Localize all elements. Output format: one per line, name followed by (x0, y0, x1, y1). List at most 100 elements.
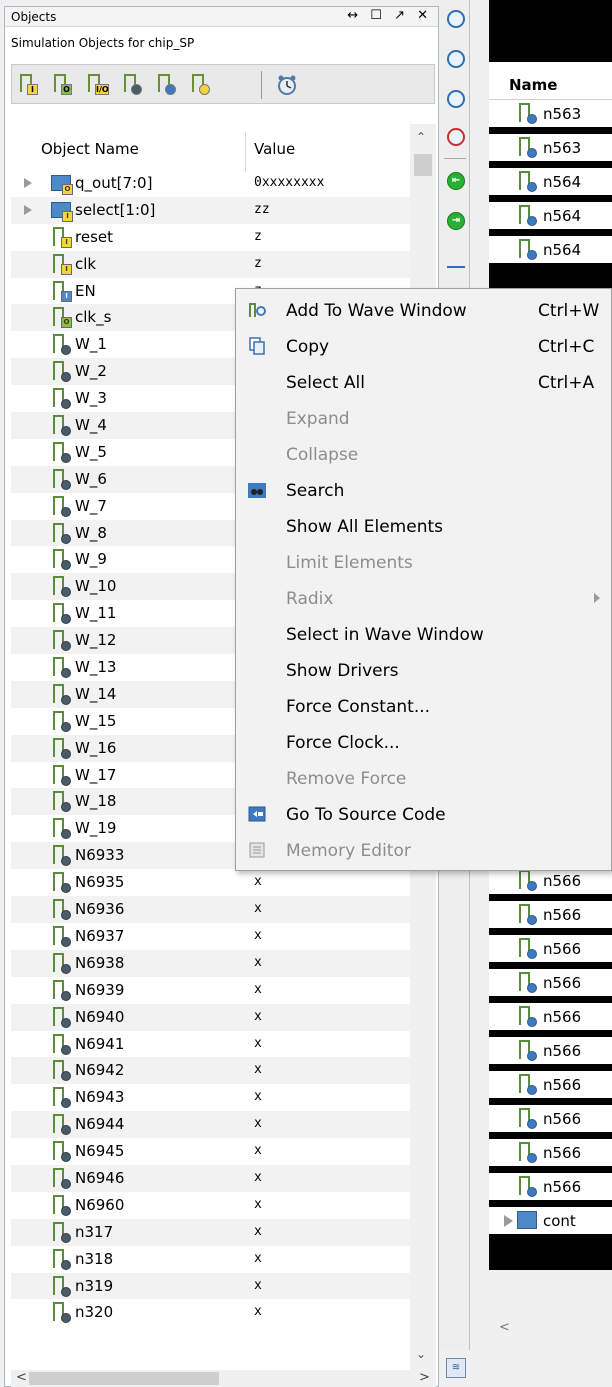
internal-signal-icon (51, 791, 73, 813)
table-row[interactable]: N6946 x (11, 1164, 410, 1192)
scroll-right-arrow-icon[interactable]: > (419, 1370, 430, 1385)
table-row[interactable]: Iclk z (11, 250, 410, 278)
menu-item-label: Collapse (286, 445, 359, 465)
menu-item-go-to-source-code[interactable]: Go To Source Code (236, 797, 612, 831)
scrollbar-thumb[interactable] (414, 154, 432, 176)
settings-clock-icon[interactable] (276, 74, 298, 96)
table-row[interactable]: N6939 x (11, 977, 410, 1004)
menu-item-copy[interactable]: Copy Ctrl+C (236, 329, 612, 363)
inout-ports-icon[interactable]: I/O (86, 74, 109, 96)
go-to-time-zero-icon[interactable]: ⇤ (447, 172, 465, 190)
wave-signal-row[interactable]: n566 (489, 969, 612, 996)
scroll-left-arrow-icon[interactable]: < (499, 1320, 510, 1335)
waveform-tab-icon[interactable]: ≋ (446, 1358, 466, 1378)
objects-titlebar: Objects ↔ ☐ ↗ ✕ (5, 7, 438, 27)
table-row[interactable]: Oq_out[7:0] 0xxxxxxxx (11, 170, 410, 197)
table-row[interactable]: n320 x (11, 1299, 410, 1326)
object-value: x (254, 954, 262, 970)
table-row[interactable]: n317 x (11, 1218, 410, 1246)
previous-transition-icon[interactable] (447, 250, 465, 268)
input-ports-icon[interactable]: I (18, 74, 40, 96)
zoom-to-cursor-icon[interactable] (447, 128, 465, 146)
table-row[interactable]: N6945 x (11, 1138, 410, 1165)
constants-icon[interactable] (156, 74, 178, 96)
menu-item-radix[interactable]: Radix (236, 581, 612, 615)
expand-arrow-icon[interactable] (504, 1215, 513, 1227)
table-row[interactable]: N6944 x (11, 1111, 410, 1139)
wave-signal-row[interactable]: n566 (489, 1071, 612, 1098)
wave-signal-row[interactable]: n566 (489, 1105, 612, 1132)
wave-signal-row[interactable]: n566 (489, 1037, 612, 1064)
wave-name-column-header[interactable]: Name (489, 62, 612, 100)
menu-item-select-in-wave-window[interactable]: Select in Wave Window (236, 617, 612, 651)
menu-item-show-drivers[interactable]: Show Drivers (236, 653, 612, 687)
table-row[interactable]: N6941 x (11, 1031, 410, 1058)
window-controls[interactable]: ↔ ☐ ↗ ✕ (347, 8, 432, 23)
table-row[interactable]: Iselect[1:0] zz (11, 196, 410, 224)
menu-item-force-clock[interactable]: Force Clock... (236, 725, 612, 759)
menu-item-memory-editor[interactable]: Memory Editor (236, 833, 612, 867)
menu-item-search[interactable]: Search (236, 473, 612, 507)
output-ports-icon[interactable]: O (52, 74, 74, 96)
internal-signal-icon (51, 925, 73, 948)
go-to-last-time-icon[interactable]: ⇥ (447, 212, 465, 230)
horizontal-scrollbar[interactable]: < > (11, 1370, 436, 1387)
zoom-out-icon[interactable] (447, 50, 465, 68)
wave-signal-row[interactable]: n563 (489, 100, 612, 127)
wave-signal-row[interactable]: n566 (489, 1003, 612, 1030)
menu-item-collapse[interactable]: Collapse (236, 437, 612, 471)
table-row[interactable]: N6943 x (11, 1084, 410, 1111)
wave-signal-row[interactable]: n566 (489, 1139, 612, 1166)
wave-horizontal-scrollbar[interactable]: < (489, 1314, 612, 1342)
objects-table-header: Object Name Value (11, 124, 410, 174)
menu-item-remove-force[interactable]: Remove Force (236, 761, 612, 795)
scroll-left-arrow-icon[interactable]: < (16, 1370, 27, 1385)
expand-arrow-icon[interactable] (24, 204, 32, 215)
table-row[interactable]: n318 x (11, 1246, 410, 1273)
table-row[interactable]: n319 x (11, 1272, 410, 1300)
wave-signal-row[interactable]: cont (489, 1207, 612, 1234)
zoom-in-icon[interactable] (447, 10, 465, 28)
menu-item-force-constant[interactable]: Force Constant... (236, 689, 612, 723)
zoom-fit-icon[interactable] (447, 90, 465, 108)
table-row[interactable]: N6942 x (11, 1057, 410, 1085)
table-row[interactable]: N6935 x (11, 869, 410, 896)
wave-signal-row[interactable]: n566 (489, 1173, 612, 1200)
wave-signal-row[interactable]: n564 (489, 202, 612, 229)
object-name: N6946 (75, 1168, 125, 1187)
column-header-object-name[interactable]: Object Name (41, 140, 139, 158)
wave-signal-row[interactable]: n566 (489, 901, 612, 928)
wave-signal-name: n566 (543, 940, 582, 958)
wave-signal-row[interactable]: n563 (489, 134, 612, 161)
object-name: n318 (75, 1249, 114, 1268)
table-row[interactable]: N6936 x (11, 896, 410, 923)
column-header-value[interactable]: Value (254, 140, 295, 158)
wave-signal-row[interactable]: n564 (489, 236, 612, 263)
scrollbar-thumb[interactable] (29, 1372, 219, 1385)
wave-signal-row[interactable]: n566 (489, 935, 612, 962)
menu-item-show-all-elements[interactable]: Show All Elements (236, 509, 612, 543)
internal-signal-icon (51, 657, 73, 679)
table-row[interactable]: Ireset z (11, 224, 410, 251)
column-divider[interactable] (245, 132, 246, 172)
internal-signal-icon (51, 1114, 73, 1136)
internal-signals-icon[interactable] (122, 74, 144, 96)
menu-item-limit-elements[interactable]: Limit Elements (236, 545, 612, 579)
object-value: x (254, 1143, 262, 1159)
variables-icon[interactable] (190, 74, 212, 96)
menu-item-expand[interactable]: Expand (236, 401, 612, 435)
scroll-up-arrow-icon[interactable]: ⌃ (416, 130, 426, 144)
menu-item-select-all[interactable]: Select All Ctrl+A (236, 365, 612, 399)
table-row[interactable]: N6937 x (11, 923, 410, 950)
wave-signal-row[interactable]: n566 (489, 867, 612, 894)
internal-signal-icon (51, 1033, 73, 1056)
scroll-down-arrow-icon[interactable]: ⌄ (416, 1347, 426, 1361)
table-row[interactable]: N6960 x (11, 1192, 410, 1219)
internal-signal-icon (517, 171, 539, 193)
wave-signal-row[interactable]: n564 (489, 168, 612, 195)
expand-arrow-icon[interactable] (24, 178, 32, 188)
table-row[interactable]: N6938 x (11, 949, 410, 977)
menu-item-add-to-wave-window[interactable]: Add To Wave Window Ctrl+W (236, 293, 612, 327)
internal-signal-icon (51, 683, 73, 706)
table-row[interactable]: N6940 x (11, 1003, 410, 1031)
